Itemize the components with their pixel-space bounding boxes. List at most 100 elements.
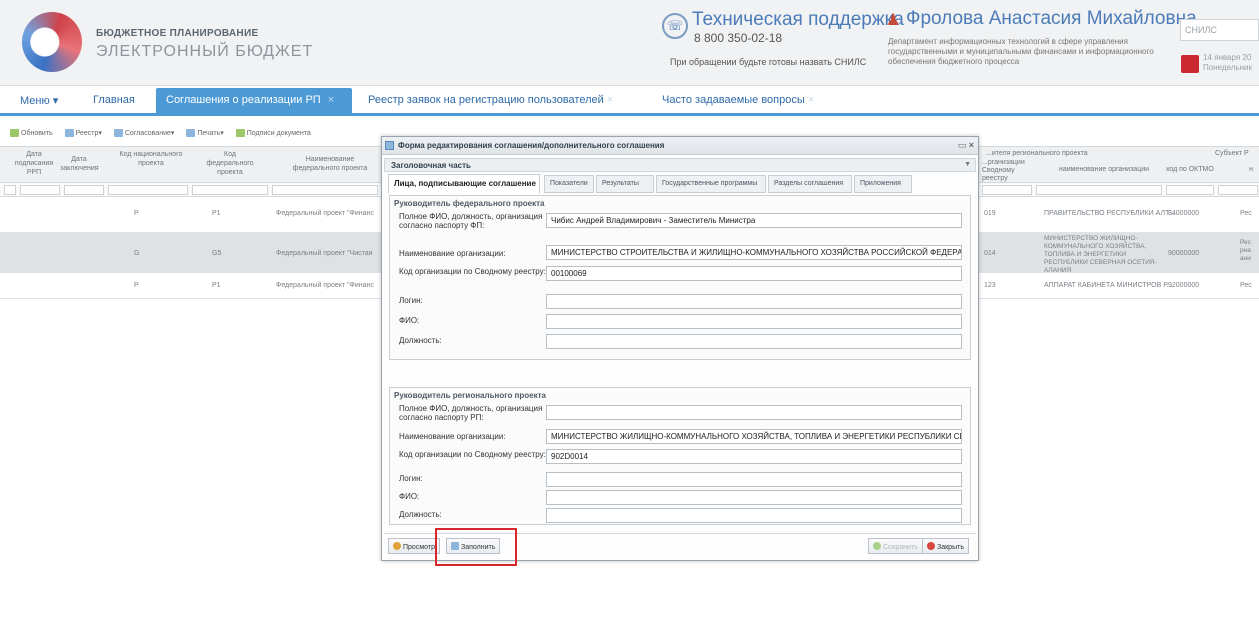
federal-org-input[interactable]: МИНИСТЕРСТВО СТРОИТЕЛЬСТВА И ЖИЛИЩНО-КОМ…	[546, 245, 962, 260]
federal-login-input[interactable]	[546, 294, 962, 309]
federal-code-input[interactable]: 00100069	[546, 266, 962, 281]
federal-name-label: ФИО:	[399, 316, 420, 325]
filter-national-code[interactable]	[108, 185, 188, 195]
registry-icon	[64, 129, 74, 138]
tab-results[interactable]: Результаты	[596, 175, 654, 193]
print-label: Печать▾	[197, 130, 224, 137]
dialog-titlebar[interactable]: Форма редактирования соглашения/дополнит…	[382, 137, 978, 155]
sign-icon	[235, 129, 245, 138]
cell-national: G	[134, 250, 140, 257]
regional-project-fieldset: Руководитель регионального проекта Полно…	[389, 387, 971, 525]
filter-federal-name[interactable]	[272, 185, 378, 195]
window-buttons[interactable]: ▭ ×	[958, 140, 974, 151]
regional-login-label: Логин:	[399, 474, 423, 483]
col-sign-date[interactable]: Дата подписания РРП	[12, 150, 56, 177]
nav-home[interactable]: Главная	[93, 94, 135, 106]
view-button[interactable]: Просмотр	[388, 538, 440, 554]
tab-agreements[interactable]: Соглашения о реализации РП ×	[156, 88, 352, 113]
filter-subject[interactable]	[1218, 185, 1258, 195]
sign-button[interactable]: Подписи документа	[235, 129, 311, 138]
federal-fio-input[interactable]: Чибис Андрей Владимирович - Заместитель …	[546, 213, 962, 228]
regional-code-label: Код организации по Сводному реестру:	[399, 450, 546, 459]
close-icon[interactable]: ×	[607, 94, 613, 106]
regional-name-label: ФИО:	[399, 492, 420, 501]
cell-org-name: МИНИСТЕРСТВО ЖИЛИЩНО-КОММУНАЛЬНОГО ХОЗЯЙ…	[1044, 235, 1157, 274]
refresh-icon	[10, 129, 19, 138]
filter-federal-code[interactable]	[192, 185, 268, 195]
close-icon[interactable]: ×	[328, 94, 334, 106]
tab-faq-label: Часто задаваемые вопросы	[662, 94, 805, 106]
support-phone: 8 800 350-02-18	[694, 31, 783, 45]
tab-attachments[interactable]: Приложения	[854, 175, 912, 193]
regional-org-input[interactable]: МИНИСТЕРСТВО ЖИЛИЩНО-КОММУНАЛЬНОГО ХОЗЯЙ…	[546, 429, 962, 444]
refresh-button[interactable]: Обновить	[10, 129, 53, 138]
cell-org-code: 019	[984, 210, 996, 217]
cell-subject: Рес	[1240, 282, 1252, 289]
tab-state-programs[interactable]: Государственные программы	[656, 175, 766, 193]
cell-federal-name: Федеральный проект "Чистая	[276, 250, 373, 257]
print-button[interactable]: Печать▾	[186, 129, 224, 138]
cell-federal-name: Федеральный проект "Финанс	[276, 282, 374, 289]
close-button[interactable]: Закрыть	[922, 538, 969, 554]
save-label: Сохранить	[883, 544, 918, 551]
tab-user-requests[interactable]: Реестр заявок на регистрацию пользовател…	[368, 94, 613, 106]
approval-button[interactable]: Согласование▾	[113, 129, 174, 138]
cell-federal: P1	[212, 282, 221, 289]
regional-legend: Руководитель регионального проекта	[394, 391, 546, 400]
section-title: Заголовочная часть	[391, 161, 471, 170]
agreement-edit-dialog: Форма редактирования соглашения/дополнит…	[381, 136, 979, 561]
user-name[interactable]: Фролова Анастасия Михайловна	[906, 8, 1197, 30]
federal-position-input[interactable]	[546, 334, 962, 349]
filter-oktmo[interactable]	[1166, 185, 1214, 195]
federal-fio-label: Полное ФИО, должность, организация согла…	[399, 212, 543, 230]
tab-indicators[interactable]: Показатели	[544, 175, 594, 193]
filter-date-conclusion[interactable]	[64, 185, 104, 195]
refresh-label: Обновить	[21, 130, 53, 137]
col-oktmo[interactable]: код по ОКТМО	[1166, 165, 1214, 174]
col-org-name[interactable]: наименование организации	[1044, 165, 1164, 174]
federal-name-input[interactable]	[546, 314, 962, 329]
regional-login-input[interactable]	[546, 472, 962, 487]
cell-subject: Рес	[1240, 210, 1252, 217]
nav-menu[interactable]: Меню ▾	[20, 94, 58, 107]
cell-org-code: 014	[984, 250, 996, 257]
col-org-code[interactable]: ...рганизации Сводному реестру	[982, 159, 1025, 183]
view-label: Просмотр	[403, 544, 435, 551]
col-federal-name[interactable]: Наименование федерального проекта	[282, 155, 378, 173]
snils-input[interactable]: СНИЛС	[1180, 19, 1259, 41]
chevron-down-icon[interactable]: ▼	[964, 161, 971, 168]
header-section-bar[interactable]: Заголовочная часть ▼	[384, 158, 976, 172]
cell-oktmo: 90000000	[1168, 250, 1200, 257]
app-header: БЮДЖЕТНОЕ ПЛАНИРОВАНИЕ ЭЛЕКТРОННЫЙ БЮДЖЕ…	[0, 0, 1259, 86]
regional-fio-input[interactable]	[546, 405, 962, 420]
col-federal-code[interactable]: Код федерального проекта	[200, 150, 260, 177]
filter-date-sign[interactable]	[20, 185, 60, 195]
filter-org-name[interactable]	[1036, 185, 1162, 195]
registry-button[interactable]: Реестр▾	[64, 129, 102, 138]
regional-code-input[interactable]: 902D0014	[546, 449, 962, 464]
col-more[interactable]: н	[1246, 165, 1256, 174]
close-icon	[927, 542, 935, 550]
print-icon	[186, 129, 196, 138]
federal-project-fieldset: Руководитель федерального проекта Полное…	[389, 195, 971, 360]
tab-agreement-sections[interactable]: Разделы соглашения	[768, 175, 852, 193]
regional-name-input[interactable]	[546, 490, 962, 505]
filter-cell[interactable]	[4, 185, 16, 195]
col-national-code[interactable]: Код национального проекта	[118, 150, 184, 168]
cell-federal: P1	[212, 210, 221, 217]
regional-position-input[interactable]	[546, 508, 962, 523]
col-subject[interactable]: Субъект Р	[1215, 149, 1259, 158]
tab-faq[interactable]: Часто задаваемые вопросы ×	[662, 94, 814, 106]
federal-legend: Руководитель федерального проекта	[394, 199, 545, 208]
phone-icon: ☏	[662, 13, 688, 39]
federal-org-label: Наименование организации:	[399, 249, 506, 258]
col-conclusion-date[interactable]: Дата заключения	[60, 155, 99, 173]
support-title[interactable]: Техническая поддержка	[692, 9, 904, 31]
cell-federal-name: Федеральный проект "Финанс	[276, 210, 374, 217]
filter-org-code[interactable]	[982, 185, 1032, 195]
federal-position-label: Должность:	[399, 336, 442, 345]
tab-signatories[interactable]: Лица, подписывающие соглашение	[388, 174, 540, 194]
magnifier-icon	[393, 542, 401, 550]
close-icon[interactable]: ×	[808, 94, 814, 106]
save-button[interactable]: Сохранить	[868, 538, 923, 554]
